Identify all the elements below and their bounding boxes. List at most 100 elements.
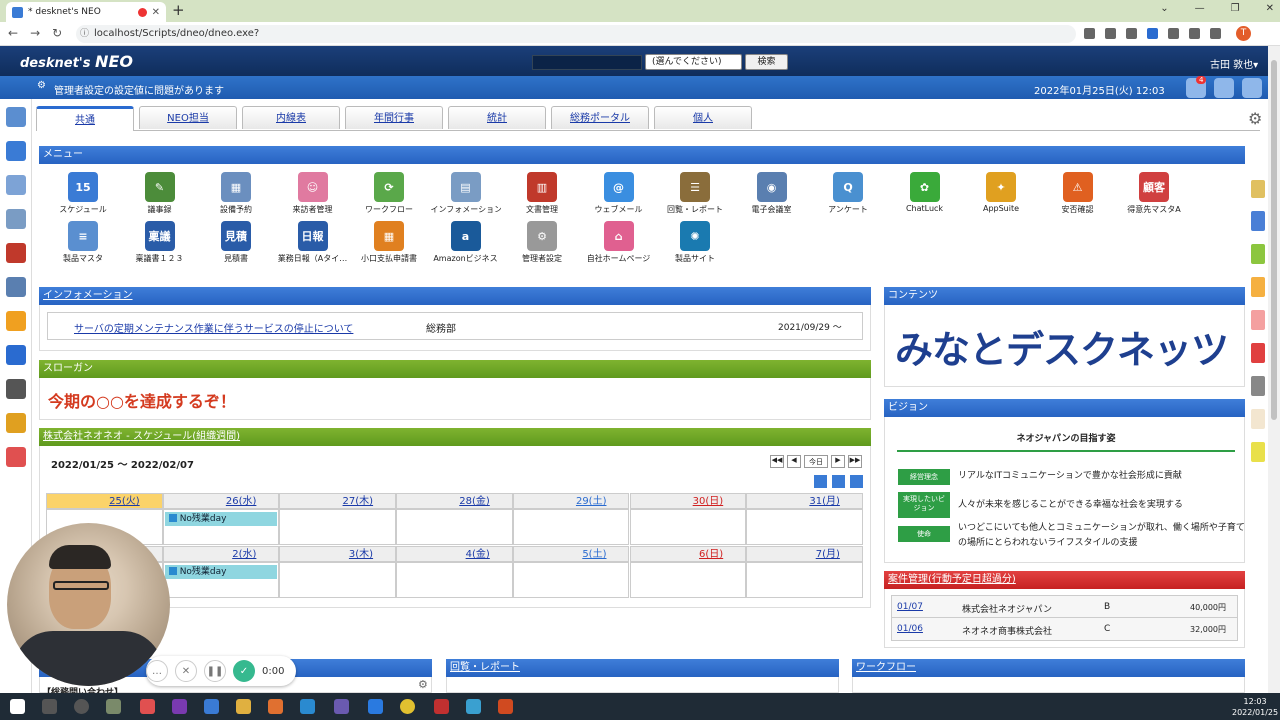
calendar-day-cell[interactable] — [279, 562, 397, 598]
close-tab-icon[interactable]: ✕ — [152, 7, 160, 18]
month-view-icon[interactable] — [850, 475, 863, 488]
pause-icon[interactable]: ❚❚ — [204, 660, 226, 682]
quick-tab-icon[interactable] — [1251, 211, 1265, 231]
folder-icon[interactable] — [6, 413, 26, 433]
schedule-title-link[interactable]: 株式会社ネオネオ - スケジュール(組織週間) — [43, 431, 240, 442]
calendar-day-header[interactable]: 26(水) — [162, 493, 280, 509]
menu-item-label[interactable]: 管理者設定 — [507, 253, 577, 264]
quick-tab-icon[interactable] — [1251, 277, 1265, 297]
profile-avatar[interactable]: T — [1236, 26, 1251, 41]
calendar-day-cell[interactable] — [279, 509, 397, 545]
calendar-day-header[interactable]: 28(金) — [396, 493, 513, 509]
app-logo[interactable]: desknet's NEO — [20, 52, 133, 71]
amazon-icon[interactable]: a — [450, 221, 481, 251]
menu-item[interactable]: ⚙ 管理者設定 — [507, 221, 577, 264]
product-site-icon[interactable]: ✺ — [680, 221, 710, 251]
calendar-day-header[interactable]: 29(土) — [512, 493, 630, 509]
calendar-day-header[interactable]: 4(金) — [396, 546, 513, 562]
chat-icon[interactable] — [1214, 78, 1234, 98]
menu-item-label[interactable]: 製品サイト — [660, 253, 730, 264]
tab-common[interactable]: 共通 — [36, 106, 134, 131]
information-title-link[interactable]: インフォメーション — [43, 290, 133, 301]
neo-icon[interactable] — [6, 345, 26, 365]
scrollbar-thumb[interactable] — [1271, 60, 1277, 420]
menu-item[interactable]: ✿ ChatLuck — [890, 172, 960, 213]
menu-item-label[interactable]: 自社ホームページ — [584, 253, 654, 264]
reload-icon[interactable]: ↻ — [52, 26, 62, 40]
menu-item-label[interactable]: 電子会議室 — [737, 204, 807, 215]
menu-item[interactable]: a Amazonビジネス — [431, 221, 501, 264]
tab-label[interactable]: 内線表 — [276, 113, 306, 124]
bookmark-star-icon[interactable] — [1147, 28, 1158, 39]
menu-item[interactable]: ▦ 小口支払申請書 — [354, 221, 424, 264]
equipment-icon[interactable] — [6, 175, 26, 195]
zoom-icon[interactable] — [1105, 28, 1116, 39]
notebook-icon[interactable]: ✎ — [144, 172, 175, 202]
menu-item[interactable]: ✎ 議事録 — [125, 172, 195, 215]
tab-events[interactable]: 年間行事 — [345, 106, 443, 129]
workflow-icon[interactable]: ⟳ — [374, 172, 404, 202]
portal-icon[interactable] — [6, 107, 26, 127]
menu-item[interactable]: 見積 見積書 — [201, 221, 271, 264]
webmail-icon[interactable]: @ — [603, 172, 634, 202]
menu-item[interactable]: ⚠ 安否確認 — [1043, 172, 1113, 215]
menu-item-label[interactable]: AppSuite — [966, 204, 1036, 213]
calendar-day-cell[interactable] — [629, 509, 747, 545]
menu-item[interactable]: 日報 業務日報（Aタイ… — [278, 221, 348, 264]
customer-icon[interactable]: 顧客 — [1139, 172, 1169, 202]
tab-general-portal[interactable]: 総務ポータル — [551, 106, 649, 129]
tab-personal[interactable]: 個人 — [654, 106, 752, 129]
information-item-link[interactable]: サーバの定期メンテナンス作業に伴うサービスの停止について — [74, 320, 353, 335]
more-icon[interactable]: … — [146, 660, 168, 682]
menu-item[interactable]: Q アンケート — [813, 172, 883, 215]
menu-item[interactable]: 稟議 稟議書１２３ — [125, 221, 195, 264]
estimate-icon[interactable]: 見積 — [221, 221, 251, 251]
zoom-app-icon[interactable] — [368, 699, 383, 714]
help-icon[interactable] — [1251, 442, 1265, 462]
menu-item-label[interactable]: アンケート — [813, 204, 883, 215]
share-icon[interactable] — [1126, 28, 1137, 39]
quick-tab-icon[interactable] — [1251, 244, 1265, 264]
menu-item[interactable]: ☰ 回覧・レポート — [660, 172, 730, 215]
calendar-icon[interactable] — [6, 141, 26, 161]
calendar-day-header[interactable]: 31(月) — [746, 493, 863, 509]
calendar-day-header[interactable]: 25(火) — [46, 493, 163, 509]
menu-item[interactable]: ⟳ ワークフロー — [354, 172, 424, 215]
menu-item[interactable]: ✦ AppSuite — [966, 172, 1036, 213]
app-icon[interactable] — [268, 699, 283, 714]
daily-report-icon[interactable]: 日報 — [297, 221, 328, 251]
info-icon[interactable]: ▤ — [450, 172, 481, 202]
minimize-icon[interactable]: — — [1195, 3, 1205, 14]
search-input[interactable] — [532, 55, 642, 70]
app-icon[interactable] — [140, 699, 155, 714]
report-icon[interactable]: ☰ — [680, 172, 710, 202]
case-date-link[interactable]: 01/06 — [897, 624, 923, 634]
menu-item-label[interactable]: Amazonビジネス — [431, 253, 501, 264]
appsuite-icon[interactable]: ✦ — [986, 172, 1016, 202]
app-icon[interactable] — [334, 699, 349, 714]
tab-stats[interactable]: 統計 — [448, 106, 546, 129]
finish-recording-icon[interactable]: ✓ — [233, 660, 255, 682]
extension-icon[interactable] — [1189, 28, 1200, 39]
calendar-icon[interactable]: 15 — [68, 172, 98, 202]
calendar-day-cell[interactable] — [396, 509, 513, 545]
calendar-event[interactable]: No残業day — [164, 512, 278, 526]
safety-icon[interactable]: ⚠ — [1062, 172, 1093, 202]
calendar-day-header[interactable]: 7(月) — [746, 546, 863, 562]
menu-item[interactable]: @ ウェブメール — [584, 172, 654, 215]
cases-title-link[interactable]: 案件管理(行動予定日超過分) — [888, 574, 1016, 585]
menu-item[interactable]: ▤ インフォメーション — [431, 172, 501, 215]
approval-icon[interactable]: 稟議 — [144, 221, 175, 251]
conference-icon[interactable] — [6, 277, 26, 297]
calculator-icon[interactable]: ▦ — [374, 221, 404, 251]
today-button[interactable]: 今日 — [804, 455, 828, 468]
survey-icon[interactable]: Q — [833, 172, 863, 202]
menu-item[interactable]: 顧客 得意先マスタA — [1119, 172, 1189, 215]
prev-week-icon[interactable]: ◀◀ — [770, 455, 784, 468]
calendar-day-header[interactable]: 2(水) — [162, 546, 280, 562]
chrome-icon[interactable] — [400, 699, 415, 714]
app-icon[interactable] — [466, 699, 481, 714]
search-target-select[interactable]: (選んでください) — [645, 54, 742, 70]
browser-tab[interactable]: * desknet's NEO ✕ — [6, 2, 166, 22]
equipment-icon[interactable]: ▦ — [221, 172, 251, 202]
